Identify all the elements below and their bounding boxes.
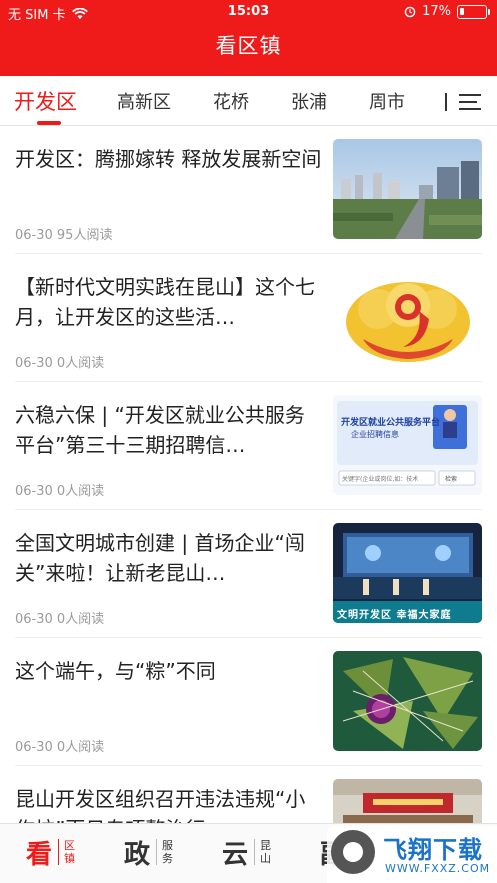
nav-small-label: 区镇 <box>58 839 75 865</box>
news-title[interactable]: 六稳六保 | “开发区就业公共服务平台”第三十三期招聘信… <box>15 400 323 460</box>
news-item[interactable]: 开发区：腾挪嫁转 释放发展新空间 06-30 95人阅读 <box>15 126 482 254</box>
city-skyline-image <box>333 139 482 239</box>
news-meta: 06-30 0人阅读 <box>15 356 105 371</box>
job-search-button: 检索 <box>445 476 458 483</box>
watermark-url: WWW.FXXZ.COM <box>385 862 491 875</box>
download-site-watermark: 飞翔下载 WWW.FXXZ.COM <box>327 826 497 883</box>
news-thumbnail[interactable] <box>333 267 482 367</box>
app-header: 无 SIM 卡 15:03 17% 看区镇 <box>0 0 497 76</box>
news-title[interactable]: 【新时代文明实践在昆山】这个七月，让开发区的这些活… <box>15 272 323 332</box>
news-meta: 06-30 95人阅读 <box>15 228 113 243</box>
tab-gaoxinqu[interactable]: 高新区 <box>117 88 171 114</box>
nav-kan-quzhen[interactable]: 看 区镇 <box>26 832 75 872</box>
nav-small-label: 服务 <box>156 839 173 865</box>
tab-menu-divider <box>445 93 447 111</box>
page-title: 看区镇 <box>215 34 282 58</box>
zongzi-image <box>333 651 482 751</box>
news-thumbnail[interactable] <box>333 139 482 239</box>
news-item[interactable]: 【新时代文明实践在昆山】这个七月，让开发区的这些活… 06-30 0人阅读 <box>15 254 482 382</box>
news-title[interactable]: 全国文明城市创建 | 首场企业“闯关”来啦！让新老昆山… <box>15 528 323 588</box>
battery-percent: 17% <box>422 4 451 19</box>
job-platform-subtitle: 企业招聘信息 <box>351 430 399 439</box>
stage-banner-text: 文明开发区 幸福大家庭 <box>337 610 452 621</box>
battery-icon <box>457 4 490 19</box>
job-search-placeholder: 关键字(企业或岗位,如：技术 <box>342 476 419 483</box>
news-item[interactable]: 全国文明城市创建 | 首场企业“闯关”来啦！让新老昆山… 06-30 0人阅读 … <box>15 510 482 638</box>
news-meta: 06-30 0人阅读 <box>15 612 105 627</box>
nav-zheng-fuwu[interactable]: 政 服务 <box>124 832 173 872</box>
news-item[interactable]: 六稳六保 | “开发区就业公共服务平台”第三十三期招聘信… 06-30 0人阅读… <box>15 382 482 510</box>
tab-zhoushi[interactable]: 周市 <box>369 88 405 114</box>
news-meta: 06-30 0人阅读 <box>15 740 105 755</box>
tab-menu-button[interactable] <box>445 92 483 112</box>
watermark-logo-icon <box>331 830 375 874</box>
tab-kaifaqu[interactable]: 开发区 <box>14 86 77 116</box>
news-thumbnail[interactable]: 开发区就业公共服务平台 企业招聘信息 关键字(企业或岗位,如：技术 检索 <box>333 395 482 495</box>
news-thumbnail[interactable]: 文明开发区 幸福大家庭 <box>333 523 482 623</box>
nav-small-label: 昆山 <box>254 839 271 865</box>
news-title[interactable]: 开发区：腾挪嫁转 释放发展新空间 <box>15 144 323 174</box>
nav-big-char: 云 <box>222 839 249 870</box>
region-tabs: 开发区 高新区 花桥 张浦 周市 <box>0 76 497 126</box>
news-item[interactable]: 这个端午，与“粽”不同 06-30 0人阅读 <box>15 638 482 766</box>
news-title[interactable]: 这个端午，与“粽”不同 <box>15 656 323 686</box>
nav-yun-kunshan[interactable]: 云 昆山 <box>222 832 271 872</box>
tab-zhangpu[interactable]: 张浦 <box>291 88 327 114</box>
tab-huaqiao[interactable]: 花桥 <box>213 88 249 114</box>
alarm-icon <box>404 6 416 17</box>
news-list: 开发区：腾挪嫁转 释放发展新空间 06-30 95人阅读 【新时代文明实践在昆山… <box>0 126 497 883</box>
news-thumbnail[interactable] <box>333 651 482 751</box>
job-platform-title: 开发区就业公共服务平台 <box>341 418 441 428</box>
watermark-text: 飞翔下载 <box>383 836 483 864</box>
tab-active-indicator <box>37 121 61 125</box>
nav-big-char: 政 <box>124 839 151 870</box>
logo-graphic-image <box>333 267 482 367</box>
status-bar: 无 SIM 卡 15:03 17% <box>0 0 497 24</box>
nav-big-char: 看 <box>26 839 53 870</box>
news-meta: 06-30 0人阅读 <box>15 484 105 499</box>
battery-fill <box>460 7 464 15</box>
